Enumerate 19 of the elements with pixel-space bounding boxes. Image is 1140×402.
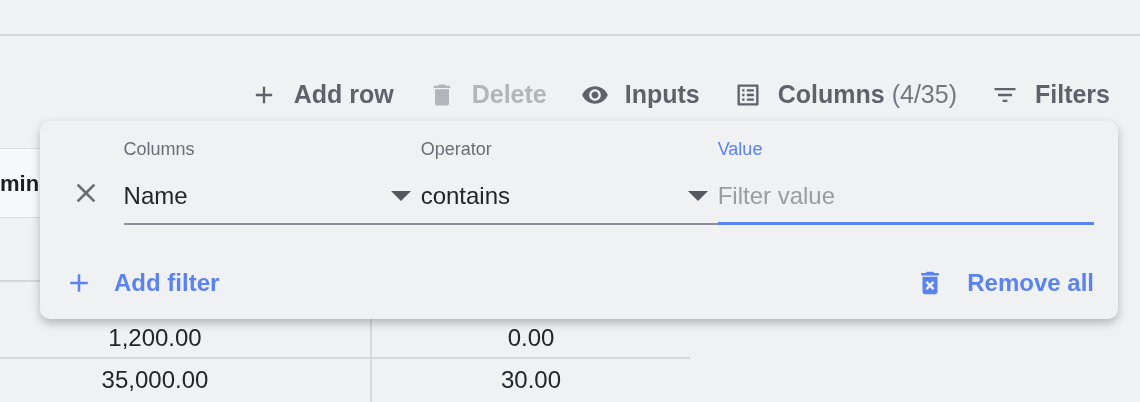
- dropdown-caret-icon: [687, 191, 708, 201]
- field-label: Value: [717, 138, 764, 161]
- toolbar-button[interactable]: Add row: [249, 76, 394, 114]
- table-cell-text: 30.00: [500, 365, 562, 395]
- table-cell-text: 35,000.00: [101, 365, 209, 395]
- dropdown-caret-icon: [390, 191, 411, 201]
- table-cell-text: 0.00: [507, 323, 555, 353]
- select-field[interactable]: contains: [420, 177, 718, 225]
- toolbar-button[interactable]: Inputs: [580, 76, 700, 114]
- field-label: Operator: [420, 138, 493, 161]
- field-label: Columns: [123, 138, 196, 161]
- select-field[interactable]: Name: [123, 177, 421, 225]
- toolbar-button[interactable]: Columns (4/35): [733, 76, 957, 114]
- toolbar-button[interactable]: Filters: [990, 76, 1110, 114]
- input-field[interactable]: Filter value: [717, 177, 1094, 225]
- column-header: min: [0, 169, 40, 198]
- remove-all-button[interactable]: Remove all: [915, 265, 1094, 301]
- table-cell-text: 1,200.00: [108, 323, 202, 353]
- add-filter-button[interactable]: Add filter: [64, 265, 220, 301]
